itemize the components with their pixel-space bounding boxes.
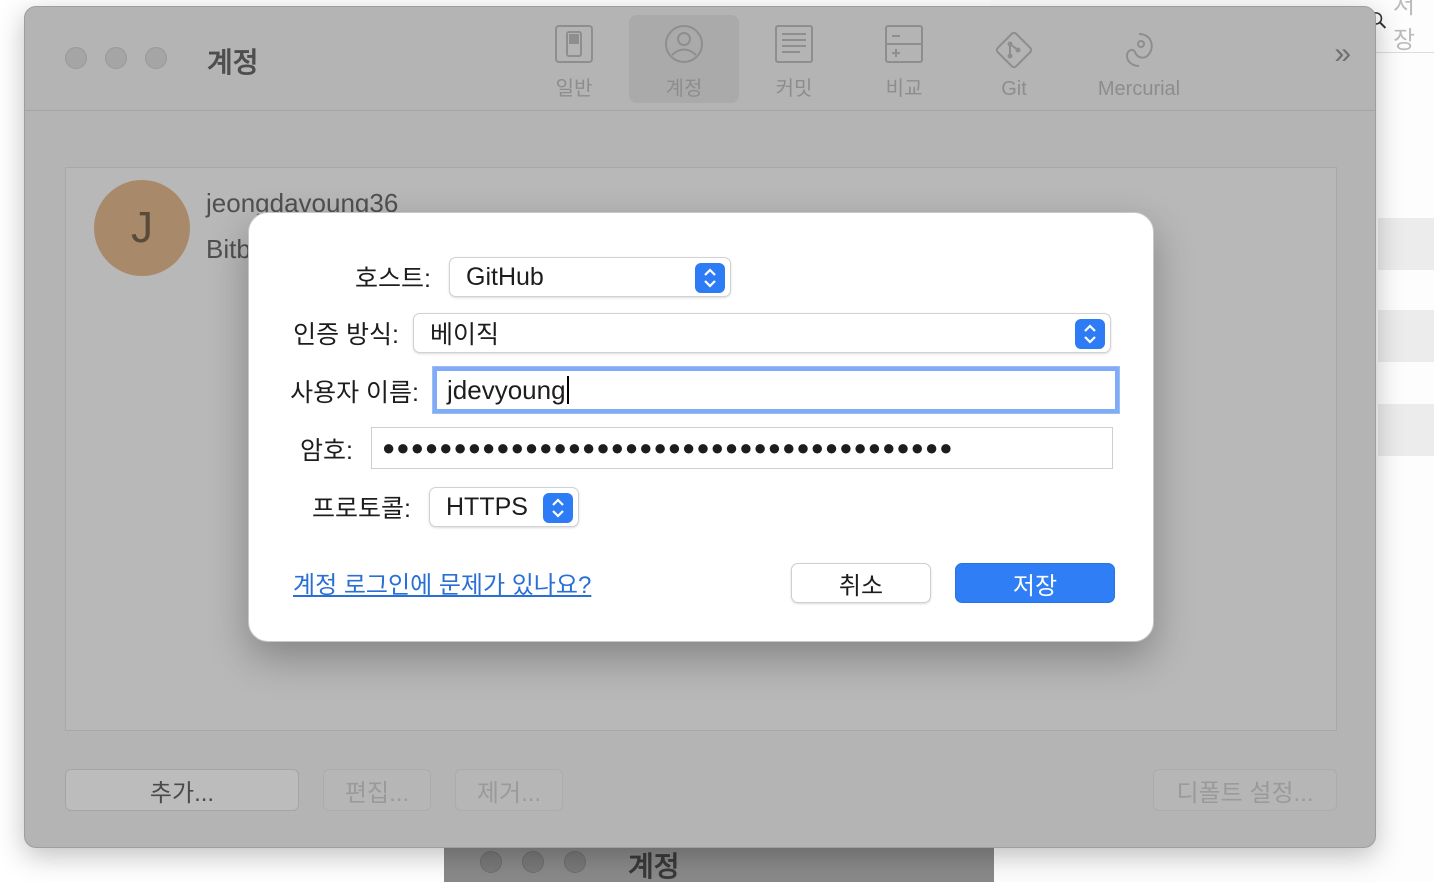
list-item — [1378, 310, 1434, 362]
add-account-button[interactable]: 추가... — [65, 769, 299, 811]
zoom-icon — [564, 851, 586, 873]
auth-method-value: 베이직 — [430, 321, 500, 349]
background-search: 저장 — [1368, 0, 1428, 54]
close-icon — [480, 851, 502, 873]
titlebar: 계정 일반 계정 커밋 비교 Git Mercurial » — [25, 7, 1375, 111]
host-label: 호스트: — [355, 265, 431, 293]
tab-label: 일반 — [555, 78, 593, 100]
protocol-select[interactable]: HTTPS — [429, 487, 579, 527]
switch-icon — [555, 25, 593, 63]
mercurial-icon — [1125, 33, 1153, 67]
window-title: 계정 — [207, 47, 259, 78]
tab-git[interactable]: Git — [959, 15, 1069, 103]
document-icon — [775, 25, 813, 63]
username-label: 사용자 이름: — [290, 379, 419, 407]
cancel-button[interactable]: 취소 — [791, 563, 931, 603]
tab-diff[interactable]: 비교 — [849, 15, 959, 103]
tab-label: 계정 — [665, 78, 703, 100]
diff-icon — [885, 25, 923, 63]
host-select[interactable]: GitHub — [449, 257, 731, 297]
list-item — [1378, 404, 1434, 456]
zoom-button[interactable] — [145, 47, 167, 69]
username-field[interactable]: jdevyoung — [433, 367, 1119, 413]
password-label: 암호: — [300, 437, 353, 465]
username-value: jdevyoung — [447, 374, 566, 405]
toolbar-overflow-icon[interactable]: » — [1334, 37, 1351, 71]
password-field[interactable]: ●●●●●●●●●●●●●●●●●●●●●●●●●●●●●●●●●●●●●●●● — [371, 427, 1113, 469]
select-arrows-icon — [1075, 319, 1105, 349]
host-value: GitHub — [466, 262, 544, 291]
close-button[interactable] — [65, 47, 87, 69]
tab-label: Mercurial — [1097, 78, 1181, 100]
save-button[interactable]: 저장 — [955, 563, 1115, 603]
tab-label: Git — [1001, 78, 1027, 100]
preferences-toolbar: 일반 계정 커밋 비교 Git Mercurial — [519, 15, 1209, 103]
list-item — [1378, 218, 1434, 270]
minimize-button[interactable] — [105, 47, 127, 69]
divider — [1368, 52, 1434, 53]
edit-account-button[interactable]: 편집... — [323, 769, 431, 811]
remove-account-button[interactable]: 제거... — [455, 769, 563, 811]
login-help-link[interactable]: 계정 로그인에 문제가 있나요? — [293, 565, 591, 600]
tab-mercurial[interactable]: Mercurial — [1069, 15, 1209, 103]
protocol-label: 프로토콜: — [312, 495, 411, 523]
set-default-button[interactable]: 디폴트 설정... — [1153, 769, 1337, 811]
text-caret — [566, 376, 569, 404]
tab-commit[interactable]: 커밋 — [739, 15, 849, 103]
avatar: J — [94, 180, 190, 276]
traffic-lights — [480, 851, 586, 873]
window-title: 계정 — [628, 851, 680, 882]
auth-method-label: 인증 방식: — [293, 321, 399, 349]
tab-label: 비교 — [885, 78, 923, 100]
search-placeholder: 저장 — [1393, 0, 1416, 54]
tab-accounts[interactable]: 계정 — [629, 15, 739, 103]
tab-general[interactable]: 일반 — [519, 15, 629, 103]
select-arrows-icon — [695, 263, 725, 293]
account-service: Bitb — [206, 234, 251, 264]
git-icon — [995, 31, 1033, 69]
protocol-value: HTTPS — [446, 492, 528, 521]
auth-method-select[interactable]: 베이직 — [413, 313, 1111, 353]
account-dialog: 호스트: GitHub 인증 방식: 베이직 사용자 이름: jdevyoung… — [248, 212, 1154, 642]
account-icon — [665, 25, 703, 63]
minimize-icon — [522, 851, 544, 873]
tab-label: 커밋 — [775, 78, 813, 100]
select-arrows-icon — [543, 493, 573, 523]
password-value: ●●●●●●●●●●●●●●●●●●●●●●●●●●●●●●●●●●●●●●●● — [382, 435, 954, 460]
traffic-lights — [65, 47, 167, 69]
